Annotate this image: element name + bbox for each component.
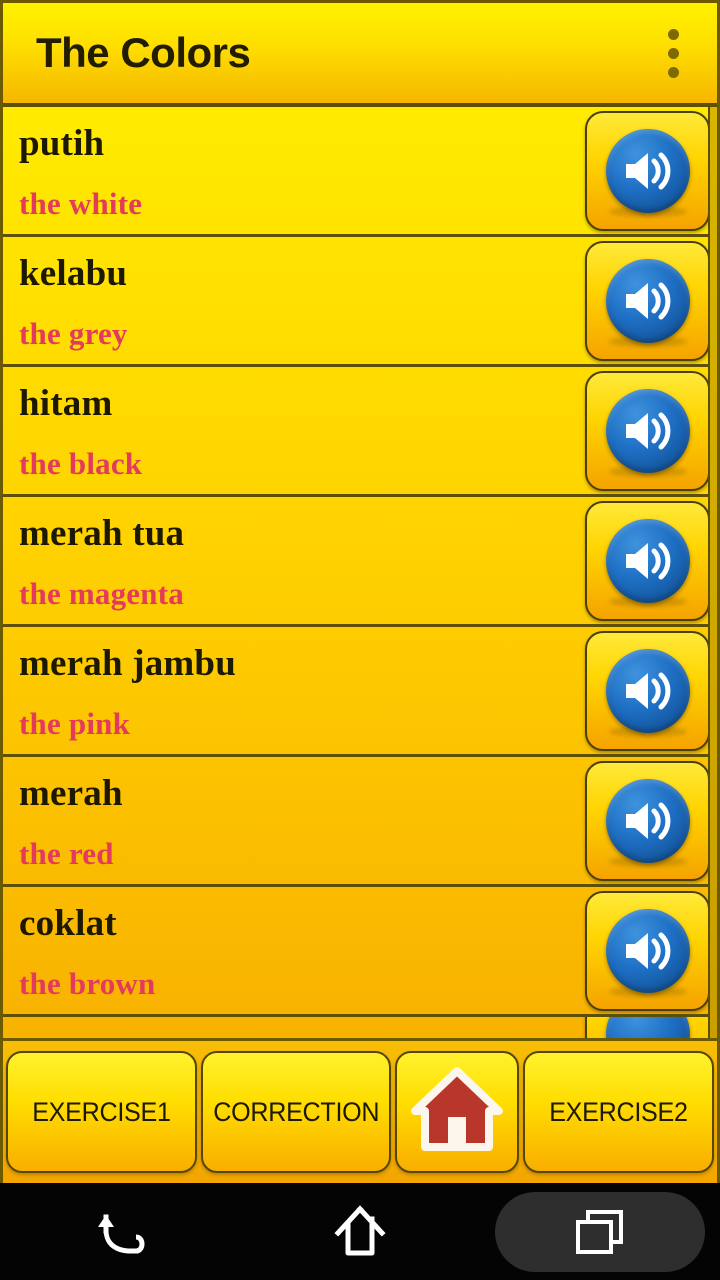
menu-dot [667, 28, 679, 40]
bottom-button-bar: EXERCISE1 CORRECTION EXERCISE2 [3, 1038, 717, 1183]
speaker-volume-icon [605, 648, 690, 733]
correction-button[interactable]: CORRECTION [200, 1051, 392, 1173]
word-translation: the white [19, 185, 143, 221]
scrollbar[interactable] [708, 107, 717, 1038]
list-item-text: merah the red [3, 757, 585, 884]
more-vert-icon[interactable] [659, 25, 687, 81]
home-outline-icon[interactable] [255, 1192, 465, 1272]
list-item-text: merah tua the magenta [3, 497, 585, 624]
list-item[interactable]: coklat the brown [3, 887, 717, 1017]
word-translation: the brown [19, 965, 156, 1001]
android-navigation-bar [0, 1183, 720, 1280]
speaker-button[interactable] [585, 1017, 710, 1038]
word-malay: hitam [19, 382, 113, 424]
home-button[interactable] [395, 1051, 520, 1173]
word-malay: coklat [19, 902, 117, 944]
word-translation: the red [19, 835, 114, 871]
speaker-button[interactable] [585, 890, 710, 1011]
list-item-text: coklat the brown [3, 887, 585, 1014]
list-item-text: putih the white [3, 107, 585, 234]
word-list-area[interactable]: putih the white kelabu the grey hitam th… [3, 107, 717, 1038]
recent-apps-icon[interactable] [495, 1191, 705, 1272]
menu-dot [667, 66, 679, 78]
speaker-button[interactable] [585, 370, 710, 491]
speaker-volume-icon [605, 778, 690, 863]
speaker-volume-icon [605, 1017, 690, 1038]
exercise1-label: EXERCISE1 [32, 1096, 171, 1127]
speaker-button[interactable] [585, 110, 710, 231]
list-item[interactable]: merah the red [3, 757, 717, 887]
menu-dot [667, 47, 679, 59]
speaker-volume-icon [605, 258, 690, 343]
list-item-text [3, 1017, 585, 1038]
home-house-icon [411, 1066, 504, 1158]
word-translation: the grey [19, 315, 128, 351]
list-item-text: kelabu the grey [3, 237, 585, 364]
exercise2-label: EXERCISE2 [549, 1096, 688, 1127]
word-malay: merah tua [19, 512, 185, 554]
speaker-volume-icon [605, 518, 690, 603]
list-item[interactable]: putih the white [3, 107, 717, 237]
word-translation: the pink [19, 705, 131, 741]
speaker-volume-icon [605, 388, 690, 473]
speaker-button[interactable] [585, 240, 710, 361]
word-translation: the black [19, 445, 143, 481]
speaker-volume-icon [605, 128, 690, 213]
speaker-button[interactable] [585, 760, 710, 881]
app-container: The Colors putih the white kelabu the gr… [0, 0, 720, 1183]
list-item[interactable]: merah jambu the pink [3, 627, 717, 757]
list-item-partial[interactable] [3, 1017, 717, 1038]
list-item[interactable]: kelabu the grey [3, 237, 717, 367]
word-malay: merah [19, 772, 123, 814]
speaker-button[interactable] [585, 630, 710, 751]
list-item-text: merah jambu the pink [3, 627, 585, 754]
speaker-volume-icon [605, 908, 690, 993]
speaker-button[interactable] [585, 500, 710, 621]
word-malay: merah jambu [19, 642, 236, 684]
word-list: putih the white kelabu the grey hitam th… [3, 107, 717, 1038]
page-title: The Colors [36, 29, 251, 76]
word-translation: the magenta [19, 575, 184, 611]
word-malay: putih [19, 122, 105, 164]
phone-screen: The Colors putih the white kelabu the gr… [0, 0, 720, 1280]
list-item[interactable]: hitam the black [3, 367, 717, 497]
app-header: The Colors [3, 3, 717, 107]
exercise1-button[interactable]: EXERCISE1 [6, 1051, 197, 1173]
correction-label: CORRECTION [212, 1096, 380, 1127]
word-malay: kelabu [19, 252, 128, 294]
exercise2-button[interactable]: EXERCISE2 [523, 1051, 715, 1173]
list-item-text: hitam the black [3, 367, 585, 494]
list-item[interactable]: merah tua the magenta [3, 497, 717, 627]
back-arrow-icon[interactable] [15, 1192, 225, 1272]
